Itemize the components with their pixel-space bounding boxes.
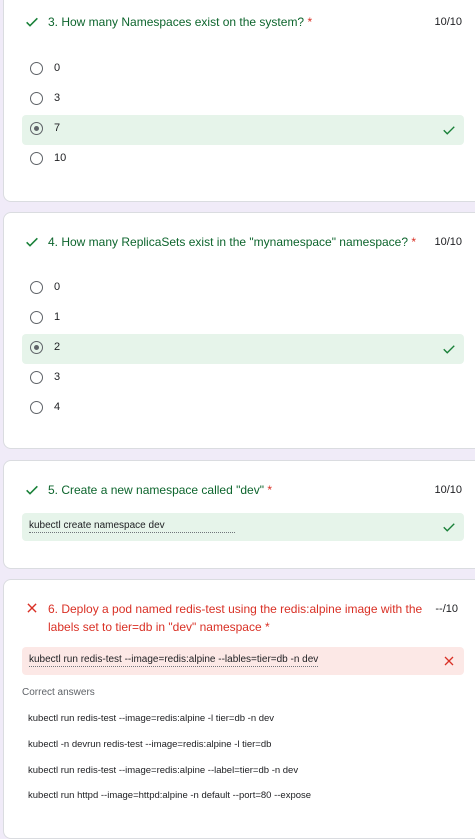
question-card-6: 6. Deploy a pod named redis-test using t… [3, 579, 475, 839]
correct-answers-heading: Correct answers [22, 687, 95, 698]
answer-text: kubectl create namespace dev [29, 520, 235, 533]
radio-button[interactable] [30, 62, 43, 75]
radio-button[interactable] [30, 311, 43, 324]
required-mark: * [267, 483, 272, 497]
radio-button-checked[interactable] [30, 341, 43, 354]
option-label: 0 [54, 62, 61, 74]
correct-answer: kubectl run httpd --image=httpd:alpine -… [28, 790, 312, 801]
option-label: 7 [54, 122, 61, 134]
option[interactable]: 4 [22, 394, 464, 424]
question-title: 6. Deploy a pod named redis-test using t… [48, 602, 423, 634]
check-icon [26, 237, 38, 247]
radio-button[interactable] [30, 401, 43, 414]
option-label: 3 [54, 371, 61, 383]
option[interactable]: 3 [22, 85, 464, 115]
option-label: 0 [54, 281, 61, 293]
score: 10/10 [434, 484, 462, 496]
check-icon [26, 485, 38, 495]
option-label: 4 [54, 401, 61, 413]
radio-button[interactable] [30, 152, 43, 165]
option[interactable]: 1 [22, 304, 464, 334]
correct-answer: kubectl run redis-test --image=redis:alp… [28, 765, 299, 776]
required-mark: * [411, 235, 417, 249]
correct-answer: kubectl run redis-test --image=redis:alp… [28, 713, 275, 724]
radio-button[interactable] [30, 371, 43, 384]
question-card-5: 5. Create a new namespace called "dev" *… [3, 460, 475, 569]
answer-text: kubectl run redis-test --image=redis:alp… [29, 654, 319, 667]
required-mark: * [307, 15, 313, 29]
check-icon [26, 17, 38, 27]
option-label: 1 [54, 311, 61, 323]
question-card-4: 4. How many ReplicaSets exist in the "my… [3, 212, 475, 449]
option[interactable]: 0 [22, 55, 464, 85]
option-selected-correct[interactable]: 2 [22, 334, 464, 364]
check-icon [443, 126, 455, 135]
score: 10/10 [434, 236, 462, 248]
score: --/10 [435, 603, 458, 615]
option[interactable]: 10 [22, 145, 464, 175]
option-label: 10 [54, 152, 67, 164]
required-mark: * [265, 620, 270, 634]
question-title: 4. How many ReplicaSets exist in the "my… [48, 235, 417, 249]
score: 10/10 [434, 16, 462, 28]
check-icon [443, 345, 455, 354]
radio-button-checked[interactable] [30, 122, 43, 135]
close-icon [27, 603, 37, 613]
option[interactable]: 3 [22, 364, 464, 394]
option-label: 2 [54, 341, 61, 353]
short-answer-field[interactable]: kubectl create namespace dev [22, 513, 464, 541]
radio-button[interactable] [30, 92, 43, 105]
close-icon [444, 656, 454, 666]
radio-button[interactable] [30, 281, 43, 294]
question-title: 3. How many Namespaces exist on the syst… [48, 15, 313, 29]
question-card-3: 3. How many Namespaces exist on the syst… [3, 0, 475, 202]
option-label: 3 [54, 92, 61, 104]
option-selected-correct[interactable]: 7 [22, 115, 464, 145]
correct-answer: kubectl -n devrun redis-test --image=red… [28, 739, 272, 750]
short-answer-field[interactable]: kubectl run redis-test --image=redis:alp… [22, 647, 464, 675]
option[interactable]: 0 [22, 274, 464, 304]
check-icon [443, 523, 455, 532]
question-title: 5. Create a new namespace called "dev" * [48, 483, 272, 497]
